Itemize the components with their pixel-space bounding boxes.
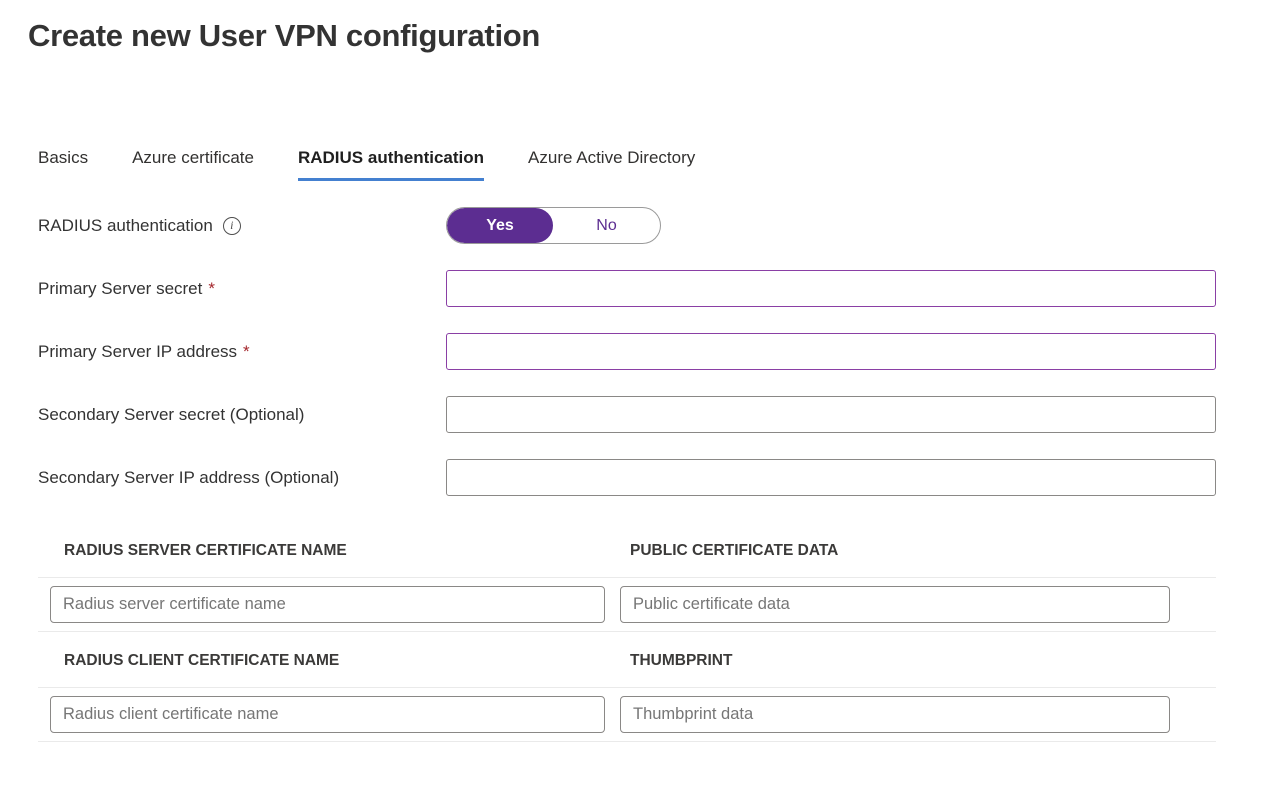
create-user-vpn-configuration-page: Create new User VPN configuration Basics… bbox=[0, 0, 1263, 742]
radius-client-certificate-name-header: RADIUS CLIENT CERTIFICATE NAME bbox=[64, 652, 630, 670]
public-certificate-data-header: PUBLIC CERTIFICATE DATA bbox=[630, 542, 1216, 560]
tab-basics[interactable]: Basics bbox=[38, 148, 88, 181]
toggle-no-button[interactable]: No bbox=[553, 208, 660, 243]
primary-server-ip-label: Primary Server IP address * bbox=[38, 342, 446, 362]
tab-radius-authentication[interactable]: RADIUS authentication bbox=[298, 148, 484, 181]
secondary-server-ip-label-text: Secondary Server IP address (Optional) bbox=[38, 468, 339, 488]
radius-server-certificate-name-header: RADIUS SERVER CERTIFICATE NAME bbox=[64, 542, 630, 560]
page-title: Create new User VPN configuration bbox=[28, 18, 1263, 54]
radius-authentication-label: RADIUS authentication i bbox=[38, 216, 446, 236]
primary-server-ip-input[interactable] bbox=[446, 333, 1216, 370]
radius-authentication-toggle-row: RADIUS authentication i Yes No bbox=[38, 207, 1263, 244]
client-certificate-input-row bbox=[38, 688, 1216, 741]
client-certificate-header-row: RADIUS CLIENT CERTIFICATE NAME THUMBPRIN… bbox=[38, 632, 1216, 687]
radius-server-certificate-name-input[interactable] bbox=[50, 586, 605, 623]
divider bbox=[38, 741, 1216, 742]
required-asterisk: * bbox=[243, 342, 250, 362]
required-asterisk: * bbox=[208, 279, 215, 299]
secondary-server-secret-label: Secondary Server secret (Optional) bbox=[38, 405, 446, 425]
toggle-yes-button[interactable]: Yes bbox=[447, 208, 553, 243]
tab-azure-certificate[interactable]: Azure certificate bbox=[132, 148, 254, 181]
primary-server-ip-label-text: Primary Server IP address bbox=[38, 342, 237, 362]
primary-server-secret-input[interactable] bbox=[446, 270, 1216, 307]
public-certificate-data-input[interactable] bbox=[620, 586, 1170, 623]
thumbprint-input[interactable] bbox=[620, 696, 1170, 733]
server-certificate-input-row bbox=[38, 578, 1216, 631]
radius-authentication-form: RADIUS authentication i Yes No Primary S… bbox=[38, 207, 1263, 496]
radius-authentication-label-text: RADIUS authentication bbox=[38, 216, 213, 236]
tab-bar: Basics Azure certificate RADIUS authenti… bbox=[38, 148, 1263, 181]
secondary-server-ip-label: Secondary Server IP address (Optional) bbox=[38, 468, 446, 488]
info-icon[interactable]: i bbox=[223, 217, 241, 235]
radius-authentication-toggle[interactable]: Yes No bbox=[446, 207, 661, 244]
server-certificate-header-row: RADIUS SERVER CERTIFICATE NAME PUBLIC CE… bbox=[38, 542, 1216, 577]
thumbprint-header: THUMBPRINT bbox=[630, 652, 1216, 670]
primary-server-secret-label: Primary Server secret * bbox=[38, 279, 446, 299]
secondary-server-secret-input[interactable] bbox=[446, 396, 1216, 433]
radius-certificates-table: RADIUS SERVER CERTIFICATE NAME PUBLIC CE… bbox=[38, 542, 1216, 742]
tab-azure-active-directory[interactable]: Azure Active Directory bbox=[528, 148, 695, 181]
primary-server-ip-row: Primary Server IP address * bbox=[38, 333, 1263, 370]
radius-client-certificate-name-input[interactable] bbox=[50, 696, 605, 733]
secondary-server-secret-label-text: Secondary Server secret (Optional) bbox=[38, 405, 304, 425]
secondary-server-secret-row: Secondary Server secret (Optional) bbox=[38, 396, 1263, 433]
secondary-server-ip-row: Secondary Server IP address (Optional) bbox=[38, 459, 1263, 496]
secondary-server-ip-input[interactable] bbox=[446, 459, 1216, 496]
primary-server-secret-row: Primary Server secret * bbox=[38, 270, 1263, 307]
primary-server-secret-label-text: Primary Server secret bbox=[38, 279, 202, 299]
